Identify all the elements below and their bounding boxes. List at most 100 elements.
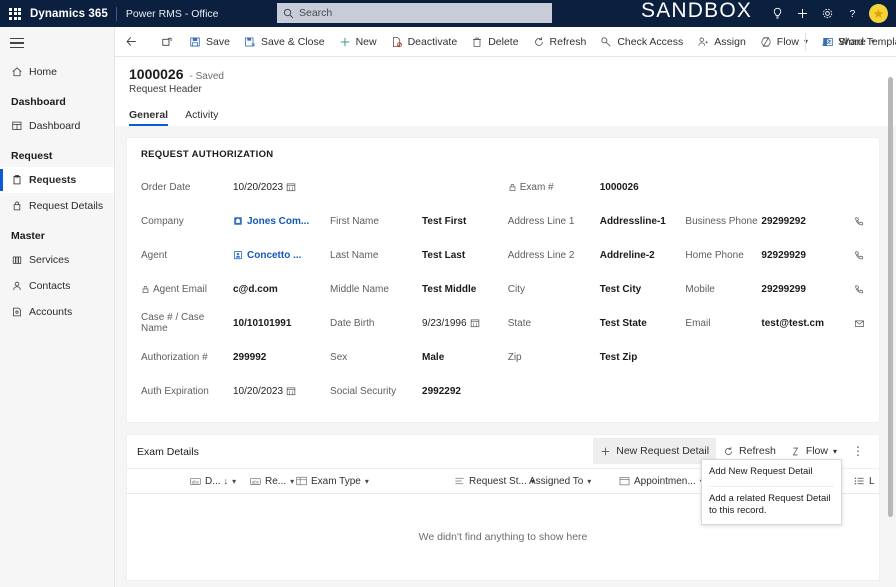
field-value[interactable]: c@d.com xyxy=(233,284,330,295)
tab-general[interactable]: General xyxy=(129,105,168,126)
help-icon[interactable]: ? xyxy=(840,0,865,27)
field-value[interactable]: 10/10101991 xyxy=(233,318,330,329)
column-header-exam-type[interactable]: Exam Type ▾ xyxy=(296,476,369,487)
sidebar-item-accounts[interactable]: Accounts xyxy=(0,299,114,325)
text-column-icon: abc xyxy=(190,477,201,486)
field-value[interactable]: Test Last xyxy=(422,250,508,261)
refresh-icon xyxy=(533,36,545,48)
gear-icon[interactable] xyxy=(815,0,840,27)
user-avatar[interactable]: ★ xyxy=(869,4,888,23)
sidebar-item-home[interactable]: Home xyxy=(0,59,114,85)
sidebar-item-request-details[interactable]: Request Details xyxy=(0,193,114,219)
form-columns: Order Date 10/20/2023 Company xyxy=(141,170,865,408)
sidebar-item-services[interactable]: Services xyxy=(0,247,114,273)
field-value[interactable]: Jones Com... xyxy=(233,216,330,227)
deactivate-button[interactable]: Deactivate xyxy=(384,27,465,57)
lightbulb-icon[interactable] xyxy=(765,0,790,27)
column-header-d[interactable]: abc D... ↓ ▾ xyxy=(190,476,236,487)
field-label: Case # / Case Name xyxy=(141,312,233,334)
app-name-label[interactable]: Power RMS - Office xyxy=(126,8,219,20)
field-value[interactable]: Concetto ... xyxy=(233,250,330,261)
hamburger-menu-icon[interactable] xyxy=(0,27,114,59)
field-value[interactable]: test@test.cm xyxy=(761,318,824,329)
field-value[interactable]: 92929929 xyxy=(761,250,806,261)
field-label: Social Security xyxy=(330,386,422,397)
field-label: Mobile xyxy=(685,284,761,295)
sidebar-item-label: Home xyxy=(29,66,57,78)
field-value[interactable]: 299992 xyxy=(233,352,330,363)
subgrid-overflow-button[interactable]: ⋮ xyxy=(844,444,873,458)
calendar-icon[interactable] xyxy=(470,318,480,328)
save-and-close-button[interactable]: Save & Close xyxy=(237,27,332,57)
field-value[interactable]: Test City xyxy=(600,284,686,295)
field-value[interactable]: 2992292 xyxy=(422,386,508,397)
send-email-icon[interactable] xyxy=(854,318,865,329)
column-header-l[interactable]: L xyxy=(854,476,875,487)
column-header-re[interactable]: abc Re... ▾ xyxy=(250,476,294,487)
sidebar-item-label: Request Details xyxy=(29,200,103,212)
phone-call-icon[interactable] xyxy=(854,216,865,227)
global-search[interactable] xyxy=(277,3,552,23)
field-value[interactable]: 10/20/2023 xyxy=(233,386,330,397)
field-value[interactable]: Addressline-1 xyxy=(600,216,686,227)
save-icon xyxy=(189,36,201,48)
share-icon xyxy=(821,36,833,48)
field-value[interactable]: 10/20/2023 xyxy=(233,182,330,193)
app-launcher-icon[interactable] xyxy=(0,8,30,20)
tab-activity[interactable]: Activity xyxy=(185,105,218,126)
command-label: Deactivate xyxy=(408,36,458,48)
column-header-appointment[interactable]: Appointmen... ▾ xyxy=(619,476,704,487)
field-value[interactable]: 29299299 xyxy=(761,284,806,295)
sidebar-item-dashboard[interactable]: Dashboard xyxy=(0,113,114,139)
field-text: 9/23/1996 xyxy=(422,318,467,329)
field-value[interactable]: Test State xyxy=(600,318,686,329)
search-input[interactable] xyxy=(299,7,546,19)
calendar-icon[interactable] xyxy=(286,386,296,396)
flow-icon xyxy=(790,446,801,457)
popout-button[interactable] xyxy=(152,27,182,57)
field-value[interactable]: Test Zip xyxy=(600,352,686,363)
chevron-down-icon: ▾ xyxy=(833,447,837,456)
check-access-button[interactable]: Check Access xyxy=(593,27,690,57)
refresh-button[interactable]: Refresh xyxy=(526,27,594,57)
brand-divider xyxy=(116,7,117,21)
field-value[interactable]: 1000026 xyxy=(600,182,686,193)
back-button[interactable] xyxy=(115,27,148,57)
save-button[interactable]: Save xyxy=(182,27,237,57)
sidebar-group-title: Request xyxy=(0,139,114,167)
phone-call-icon[interactable] xyxy=(854,250,865,261)
sidebar-item-requests[interactable]: Requests xyxy=(0,167,114,193)
share-button[interactable]: Share ▾ xyxy=(814,27,882,57)
plus-icon[interactable] xyxy=(790,0,815,27)
dashboard-icon xyxy=(11,120,29,132)
brand-title[interactable]: Dynamics 365 xyxy=(30,8,116,20)
field-label: Company xyxy=(141,216,233,227)
record-status: - Saved xyxy=(190,71,224,82)
column-header-assigned-to[interactable]: Assigned To ▾ xyxy=(529,476,591,487)
column-header-request-status[interactable]: Request St... ▾ xyxy=(454,476,535,487)
field-social-security: Social Security 2992292 xyxy=(330,374,508,408)
new-button[interactable]: New xyxy=(332,27,384,57)
contact-icon xyxy=(233,250,243,260)
share-group: Share ▾ xyxy=(803,27,882,57)
assign-button[interactable]: Assign xyxy=(690,27,753,57)
field-value[interactable]: 9/23/1996 xyxy=(422,318,508,329)
delete-button[interactable]: Delete xyxy=(464,27,525,57)
field-value[interactable]: Test First xyxy=(422,216,508,227)
phone-call-icon[interactable] xyxy=(854,284,865,295)
field-label: Address Line 1 xyxy=(508,216,600,227)
chevron-down-icon: ▾ xyxy=(587,477,591,486)
field-value[interactable]: Addreline-2 xyxy=(600,250,686,261)
main-vertical-scrollbar[interactable] xyxy=(887,77,894,572)
button-label: Flow xyxy=(806,445,828,457)
field-value[interactable]: 29299292 xyxy=(761,216,806,227)
field-value[interactable]: Male xyxy=(422,352,508,363)
lookup-link[interactable]: Concetto ... xyxy=(233,250,301,261)
field-spacer xyxy=(508,374,686,408)
lookup-link[interactable]: Jones Com... xyxy=(233,216,309,227)
field-value[interactable]: Test Middle xyxy=(422,284,508,295)
calendar-icon[interactable] xyxy=(286,182,296,192)
scrollbar-thumb[interactable] xyxy=(888,77,893,517)
new-request-detail-button[interactable]: New Request Detail xyxy=(593,438,716,464)
sidebar-item-contacts[interactable]: Contacts xyxy=(0,273,114,299)
